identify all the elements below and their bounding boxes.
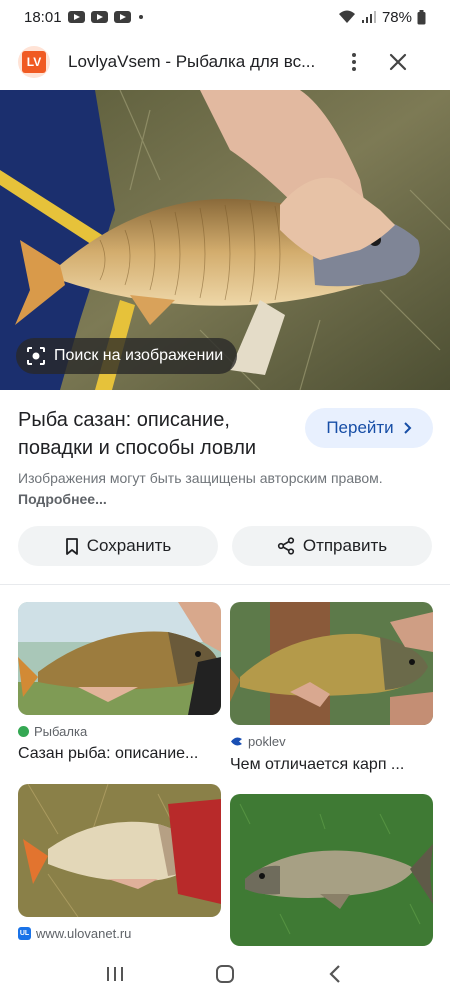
status-time: 18:01 bbox=[24, 8, 62, 26]
related-image-4[interactable] bbox=[230, 794, 433, 946]
chevron-right-icon bbox=[403, 422, 412, 434]
recent-apps-icon bbox=[107, 967, 123, 981]
battery-percent: 78% bbox=[381, 8, 412, 26]
youtube-notification-icon bbox=[67, 11, 85, 23]
related-source-1[interactable]: Рыбалка bbox=[18, 724, 87, 739]
related-image-2[interactable] bbox=[230, 602, 433, 725]
carp-photo bbox=[18, 784, 221, 917]
related-source-3[interactable]: UL www.ulovanet.ru bbox=[18, 926, 131, 941]
source-favicon-icon bbox=[231, 737, 242, 746]
status-bar: 18:01 78% bbox=[0, 0, 450, 34]
signal-icon bbox=[361, 11, 376, 23]
youtube-notification-icon bbox=[113, 11, 131, 23]
lens-icon bbox=[27, 347, 45, 365]
image-viewer-header: LV LovlyaVsem - Рыбалка для вс... bbox=[0, 34, 450, 90]
more-info-link[interactable]: Подробнее... bbox=[18, 491, 107, 507]
bookmark-icon bbox=[65, 537, 78, 555]
main-image[interactable]: Поиск на изображении bbox=[0, 90, 450, 390]
result-title[interactable]: Рыба сазан: описание, повадки и способы … bbox=[18, 406, 298, 462]
copyright-text: Изображения могут быть защищены авторски… bbox=[18, 470, 383, 486]
share-label: Отправить bbox=[302, 536, 388, 555]
system-navigation-bar bbox=[0, 948, 450, 1000]
related-image-1[interactable] bbox=[18, 602, 221, 715]
wifi-icon bbox=[338, 10, 355, 23]
recent-apps-button[interactable] bbox=[95, 954, 135, 994]
search-in-image-label: Поиск на изображении bbox=[54, 347, 224, 364]
related-source-2-label: poklev bbox=[248, 734, 286, 749]
copyright-notice: Изображения могут быть защищены авторски… bbox=[18, 468, 418, 510]
source-favicon-icon bbox=[18, 726, 29, 737]
related-source-1-label: Рыбалка bbox=[34, 724, 88, 739]
carp-on-grass-photo bbox=[230, 794, 433, 946]
back-icon bbox=[329, 965, 340, 983]
more-notifications-icon bbox=[138, 15, 143, 19]
source-favicon-icon: UL bbox=[18, 927, 31, 940]
related-title-2[interactable]: Чем отличается карп ... bbox=[230, 756, 426, 774]
site-title[interactable]: LovlyaVsem - Рыбалка для вс... bbox=[68, 52, 328, 72]
visit-button[interactable]: Перейти bbox=[305, 408, 433, 448]
share-icon bbox=[277, 537, 294, 555]
save-button[interactable]: Сохранить bbox=[18, 526, 218, 566]
save-label: Сохранить bbox=[86, 536, 172, 555]
home-icon bbox=[216, 965, 234, 983]
related-image-3[interactable] bbox=[18, 784, 221, 917]
close-icon[interactable] bbox=[386, 50, 410, 74]
more-options-icon[interactable] bbox=[342, 50, 366, 74]
battery-icon bbox=[417, 9, 426, 24]
status-left: 18:01 bbox=[24, 9, 143, 26]
carp-photo bbox=[230, 602, 433, 725]
search-in-image-button[interactable]: Поиск на изображении bbox=[16, 338, 238, 374]
related-source-2[interactable]: poklev bbox=[230, 734, 286, 749]
site-logo-text: LV bbox=[22, 51, 46, 73]
visit-label: Перейти bbox=[326, 418, 394, 437]
carp-photo bbox=[18, 602, 221, 715]
home-button[interactable] bbox=[205, 954, 245, 994]
related-source-3-label: www.ulovanet.ru bbox=[36, 926, 132, 941]
share-button[interactable]: Отправить bbox=[232, 526, 432, 566]
section-divider bbox=[0, 584, 450, 585]
related-title-1[interactable]: Сазан рыба: описание... bbox=[18, 745, 214, 763]
youtube-notification-icon bbox=[90, 11, 108, 23]
site-logo: LV bbox=[18, 46, 50, 78]
back-button[interactable] bbox=[315, 954, 355, 994]
status-right: 78% bbox=[338, 9, 426, 26]
